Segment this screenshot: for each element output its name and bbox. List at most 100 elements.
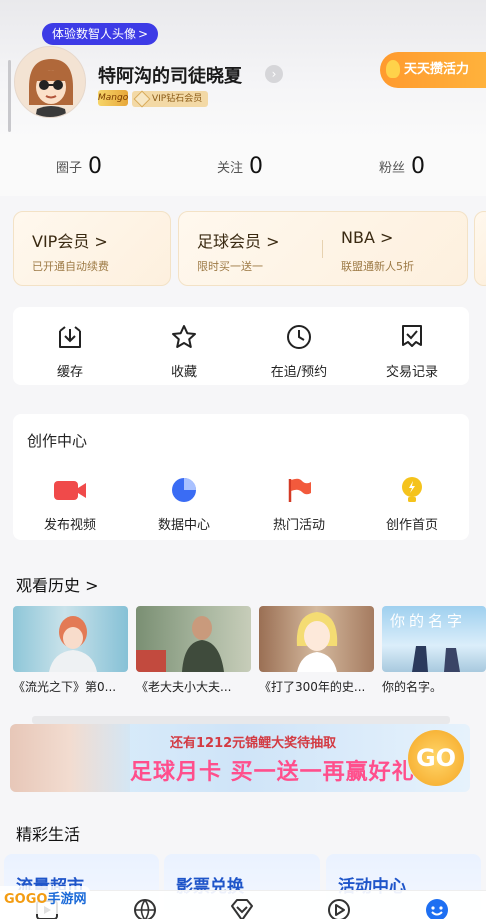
life-title: 精彩生活 (16, 825, 81, 844)
history-item[interactable]: 《老大夫小大夫... (136, 606, 251, 695)
tab-vip-icon[interactable] (229, 897, 255, 919)
banner-shadow (32, 716, 450, 724)
clock-icon (287, 325, 311, 349)
diamond-icon (133, 90, 151, 108)
history-caption: 《老大夫小大夫... (136, 680, 232, 694)
creation-label: 热门活动 (272, 518, 325, 533)
tool-label: 在追/预约 (270, 365, 328, 380)
football-title[interactable]: 足球会员 > (197, 228, 280, 252)
stat-circles[interactable]: 圈子 0 (56, 154, 102, 179)
tool-following-shows[interactable]: 在追/预约 (254, 323, 344, 380)
stat-label: 粉丝 (379, 161, 406, 176)
history-thumbnail (13, 606, 128, 672)
tab-sports-icon[interactable] (132, 897, 158, 919)
energy-button[interactable]: 天天攒活力 (380, 52, 486, 88)
creation-label: 发布视频 (43, 518, 96, 533)
chevron-right-icon: > (379, 228, 394, 247)
thumbnail-image (412, 646, 460, 672)
creation-home[interactable]: 创作首页 (367, 476, 457, 533)
flag-icon (288, 478, 311, 502)
history-item[interactable]: 《流光之下》第0... (13, 606, 128, 695)
history-caption: 《打了300年的史... (259, 680, 366, 694)
tool-label: 收藏 (170, 365, 197, 380)
nba-title-text: NBA (341, 228, 375, 247)
tool-cache[interactable]: 缓存 (25, 323, 115, 380)
lightbulb-icon (402, 477, 422, 502)
video-camera-icon (54, 481, 86, 500)
creation-hot-events[interactable]: 热门活动 (254, 476, 344, 533)
tool-label: 交易记录 (385, 365, 438, 380)
banner-top-line: 还有1212元锦鲤大奖待抽取 (170, 736, 337, 751)
promo-banner[interactable]: 还有1212元锦鲤大奖待抽取 足球月卡 买一送一再赢好礼 GO (10, 724, 470, 792)
medal-badge[interactable]: Mango (98, 90, 128, 106)
history-thumbnail: 你的名字 (382, 606, 486, 672)
vip-title-text: VIP会员 (32, 232, 90, 251)
creation-center-title: 创作中心 (27, 432, 88, 450)
scroll-indicator (8, 60, 11, 132)
thumbnail-image (296, 612, 338, 672)
stat-value: 0 (249, 154, 264, 179)
history-item[interactable]: 《打了300年的史... (259, 606, 374, 695)
vip-title: VIP会员 > (32, 228, 108, 252)
stat-value: 0 (88, 154, 103, 179)
avatar[interactable] (14, 46, 86, 118)
tools-panel: 缓存 收藏 在追/预约 交易记录 (13, 307, 469, 385)
banner-players-image (10, 724, 130, 792)
creation-data-center[interactable]: 数据中心 (139, 476, 229, 533)
digital-avatar-bubble-label: 体验数智人头像 (52, 27, 137, 41)
thumbnail-image (49, 616, 97, 672)
digital-avatar-bubble[interactable]: 体验数智人头像 > (42, 23, 159, 45)
stats-row: 圈子 0 关注 0 粉丝 0 (0, 140, 486, 196)
history-caption: 《流光之下》第0... (13, 680, 117, 694)
history-caption: 你的名字。 (382, 680, 443, 694)
creation-publish-video[interactable]: 发布视频 (25, 476, 115, 533)
stat-followers[interactable]: 粉丝 0 (379, 154, 425, 179)
sports-membership-card[interactable]: 足球会员 > 限时买一送一 NBA > 联盟通新人5折 (178, 211, 468, 286)
football-subtitle: 限时买一送一 (197, 260, 263, 273)
tab-me-icon[interactable] (424, 897, 450, 919)
site-watermark: GOGO手游网 (0, 886, 91, 914)
stat-following[interactable]: 关注 0 (217, 154, 263, 179)
chevron-right-icon: > (138, 27, 149, 41)
chevron-right-icon: > (266, 232, 280, 251)
receipt-check-icon (402, 325, 422, 347)
pie-chart-icon (172, 478, 196, 502)
vip-membership-card[interactable]: VIP会员 > 已开通自动续费 (13, 211, 171, 286)
creation-center-panel: 创作中心 发布视频 数据中心 热门活动 创作首页 (13, 414, 469, 540)
banner-go-button[interactable]: GO (408, 730, 464, 786)
chevron-right-icon: > (94, 232, 108, 251)
nba-subtitle: 联盟通新人5折 (341, 260, 414, 273)
thumbnail-image (136, 616, 224, 672)
stat-value: 0 (411, 154, 426, 179)
next-membership-card-peek[interactable] (474, 211, 486, 286)
history-item[interactable]: 你的名字 你的名字。 (382, 606, 486, 695)
watermark-suffix: 手游网 (47, 892, 87, 907)
vip-subtitle: 已开通自动续费 (32, 260, 109, 273)
username[interactable]: 特阿沟的司徒晓夏 (98, 62, 242, 88)
creation-label: 创作首页 (385, 518, 438, 533)
divider (322, 240, 323, 258)
star-icon (172, 325, 196, 348)
history-title[interactable]: 观看历史 > (16, 572, 99, 596)
energy-button-label: 天天攒活力 (404, 62, 470, 77)
history-thumbnail (259, 606, 374, 672)
tool-transactions[interactable]: 交易记录 (367, 323, 457, 380)
stat-label: 圈子 (56, 161, 83, 176)
history-thumbnail (136, 606, 251, 672)
tab-video-icon[interactable] (326, 897, 352, 919)
vip-badge-label: VIP钻石会员 (152, 94, 203, 104)
stat-label: 关注 (217, 161, 244, 176)
nba-title[interactable]: NBA > (341, 228, 393, 247)
watermark-brand: GOGO (4, 892, 48, 907)
banner-main-line: 足球月卡 买一送一再赢好礼 (130, 760, 415, 785)
football-title-text: 足球会员 (197, 232, 262, 251)
tool-favorites[interactable]: 收藏 (139, 323, 229, 380)
gift-icon (386, 60, 400, 78)
profile-header: 体验数智人头像 > 特阿沟的司徒晓夏 › Mango VIP钻石会员 天天攒活力 (0, 0, 486, 140)
avatar-illustration (15, 47, 85, 117)
vip-badge[interactable]: VIP钻石会员 (132, 90, 209, 108)
tool-label: 缓存 (56, 365, 83, 380)
download-box-icon (59, 326, 81, 348)
profile-arrow-icon[interactable]: › (265, 65, 283, 83)
creation-label: 数据中心 (157, 518, 210, 533)
